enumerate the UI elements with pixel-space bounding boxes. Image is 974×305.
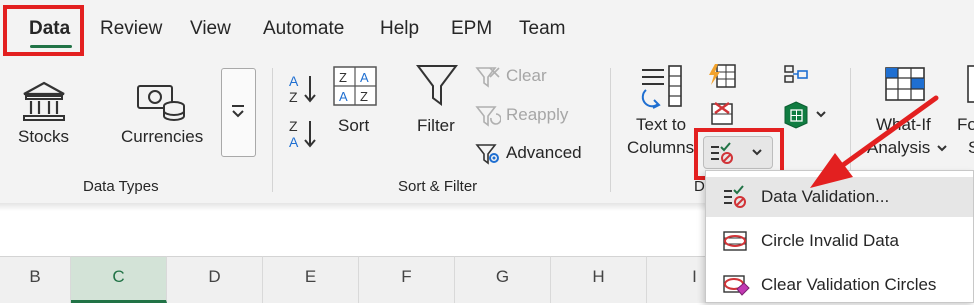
forecast-label-partial-line2: S	[968, 138, 974, 157]
menu-item-clear-validation-circles[interactable]: Clear Validation Circles	[706, 265, 973, 305]
filter-funnel-icon	[416, 65, 458, 106]
data-model-icon	[784, 101, 808, 129]
clear-validation-circles-icon	[723, 275, 750, 296]
sort-button[interactable]: Z A A Z Sort	[333, 66, 379, 138]
advanced-label: Advanced	[506, 143, 582, 162]
data-validation-icon	[724, 185, 746, 208]
column-header-b[interactable]: B	[0, 256, 71, 303]
reapply-label: Reapply	[506, 105, 569, 124]
ribbon-tab-bar: Data Review View Automate Help EPM Team	[0, 0, 974, 58]
text-to-columns-label-line1: Text to	[636, 115, 687, 134]
chevron-down-icon	[816, 111, 826, 118]
sort-a-to-z-button[interactable]: A Z	[288, 72, 320, 106]
text-to-columns-icon	[641, 65, 682, 109]
menu-label-circle-invalid-data: Circle Invalid Data	[761, 231, 899, 250]
sort-z-to-a-button[interactable]: Z A	[288, 117, 320, 151]
svg-text:Z: Z	[360, 89, 368, 104]
column-header-e[interactable]: E	[263, 256, 359, 303]
column-header-g[interactable]: G	[455, 256, 551, 303]
tab-review[interactable]: Review	[100, 18, 162, 40]
svg-text:Z: Z	[289, 89, 298, 105]
menu-label-data-validation: Data Validation...	[761, 187, 890, 206]
currencies-label: Currencies	[121, 127, 204, 146]
advanced-filter-button[interactable]: Advanced	[475, 141, 590, 167]
sort-label: Sort	[338, 116, 370, 135]
what-if-label-line2: Analysis	[867, 138, 931, 157]
column-header-c[interactable]: C	[71, 256, 167, 303]
svg-text:A: A	[289, 134, 299, 150]
forecast-sheet-icon	[967, 65, 974, 103]
column-header-h[interactable]: H	[551, 256, 647, 303]
tab-view[interactable]: View	[190, 18, 231, 40]
filter-button[interactable]: Filter	[410, 64, 466, 138]
currencies-button[interactable]: Currencies	[118, 80, 206, 150]
menu-item-circle-invalid-data[interactable]: Circle Invalid Data	[706, 221, 973, 261]
tab-automate[interactable]: Automate	[263, 18, 344, 40]
sort-ascending-icon: A Z	[289, 73, 316, 105]
column-header-d[interactable]: D	[167, 256, 263, 303]
stocks-label: Stocks	[18, 127, 70, 146]
group-divider	[272, 68, 273, 192]
data-model-button[interactable]	[783, 101, 829, 129]
menu-item-data-validation[interactable]: Data Validation...	[706, 177, 973, 217]
chevron-down-icon	[937, 145, 947, 152]
what-if-table-icon	[885, 67, 925, 101]
forecast-sheet-button-partial[interactable]: Fo S	[954, 64, 974, 160]
consolidate-icon[interactable]	[783, 63, 809, 85]
group-label-data-types: Data Types	[83, 178, 159, 195]
clear-filter-icon	[475, 67, 500, 88]
group-divider	[610, 68, 611, 192]
tab-data-highlight-box	[3, 5, 84, 56]
svg-text:A: A	[289, 73, 299, 89]
advanced-filter-icon	[475, 144, 499, 165]
flash-fill-icon[interactable]	[707, 63, 737, 89]
svg-text:Z: Z	[289, 118, 298, 134]
bank-icon	[23, 81, 65, 121]
svg-text:Z: Z	[339, 70, 347, 85]
sort-dialog-icon: Z A A Z	[333, 66, 377, 106]
group-label-sort-filter: Sort & Filter	[398, 178, 478, 195]
currency-icon	[137, 85, 185, 121]
what-if-analysis-button[interactable]: What-If Analysis	[862, 64, 950, 160]
remove-duplicates-icon[interactable]	[709, 101, 735, 127]
clear-label: Clear	[506, 66, 547, 85]
tab-team[interactable]: Team	[519, 18, 565, 40]
tab-epm[interactable]: EPM	[451, 18, 492, 40]
reapply-icon	[475, 106, 501, 127]
data-types-gallery-dropdown[interactable]	[221, 68, 256, 157]
chevron-down-icon	[232, 110, 244, 118]
text-to-columns-button[interactable]: Text to Columns	[624, 64, 696, 160]
reapply-button[interactable]: Reapply	[475, 103, 585, 129]
clear-filter-button[interactable]: Clear	[475, 64, 565, 90]
group-label-data-tools-partial: D	[694, 178, 705, 195]
text-to-columns-label-line2: Columns	[627, 138, 695, 157]
data-validation-menu: Data Validation... Circle Invalid Data C…	[705, 170, 974, 303]
svg-text:A: A	[360, 70, 369, 85]
svg-text:A: A	[339, 89, 348, 104]
what-if-label-line1: What-If	[876, 115, 931, 134]
column-header-f[interactable]: F	[359, 256, 455, 303]
filter-label: Filter	[417, 116, 455, 135]
menu-label-clear-validation-circles: Clear Validation Circles	[761, 275, 937, 294]
circle-invalid-icon	[723, 231, 747, 251]
forecast-label-partial-line1: Fo	[957, 115, 974, 134]
stocks-button[interactable]: Stocks	[15, 80, 75, 150]
sort-descending-icon: Z A	[289, 118, 316, 150]
tab-help[interactable]: Help	[380, 18, 419, 40]
dropdown-bar-icon	[232, 105, 244, 107]
